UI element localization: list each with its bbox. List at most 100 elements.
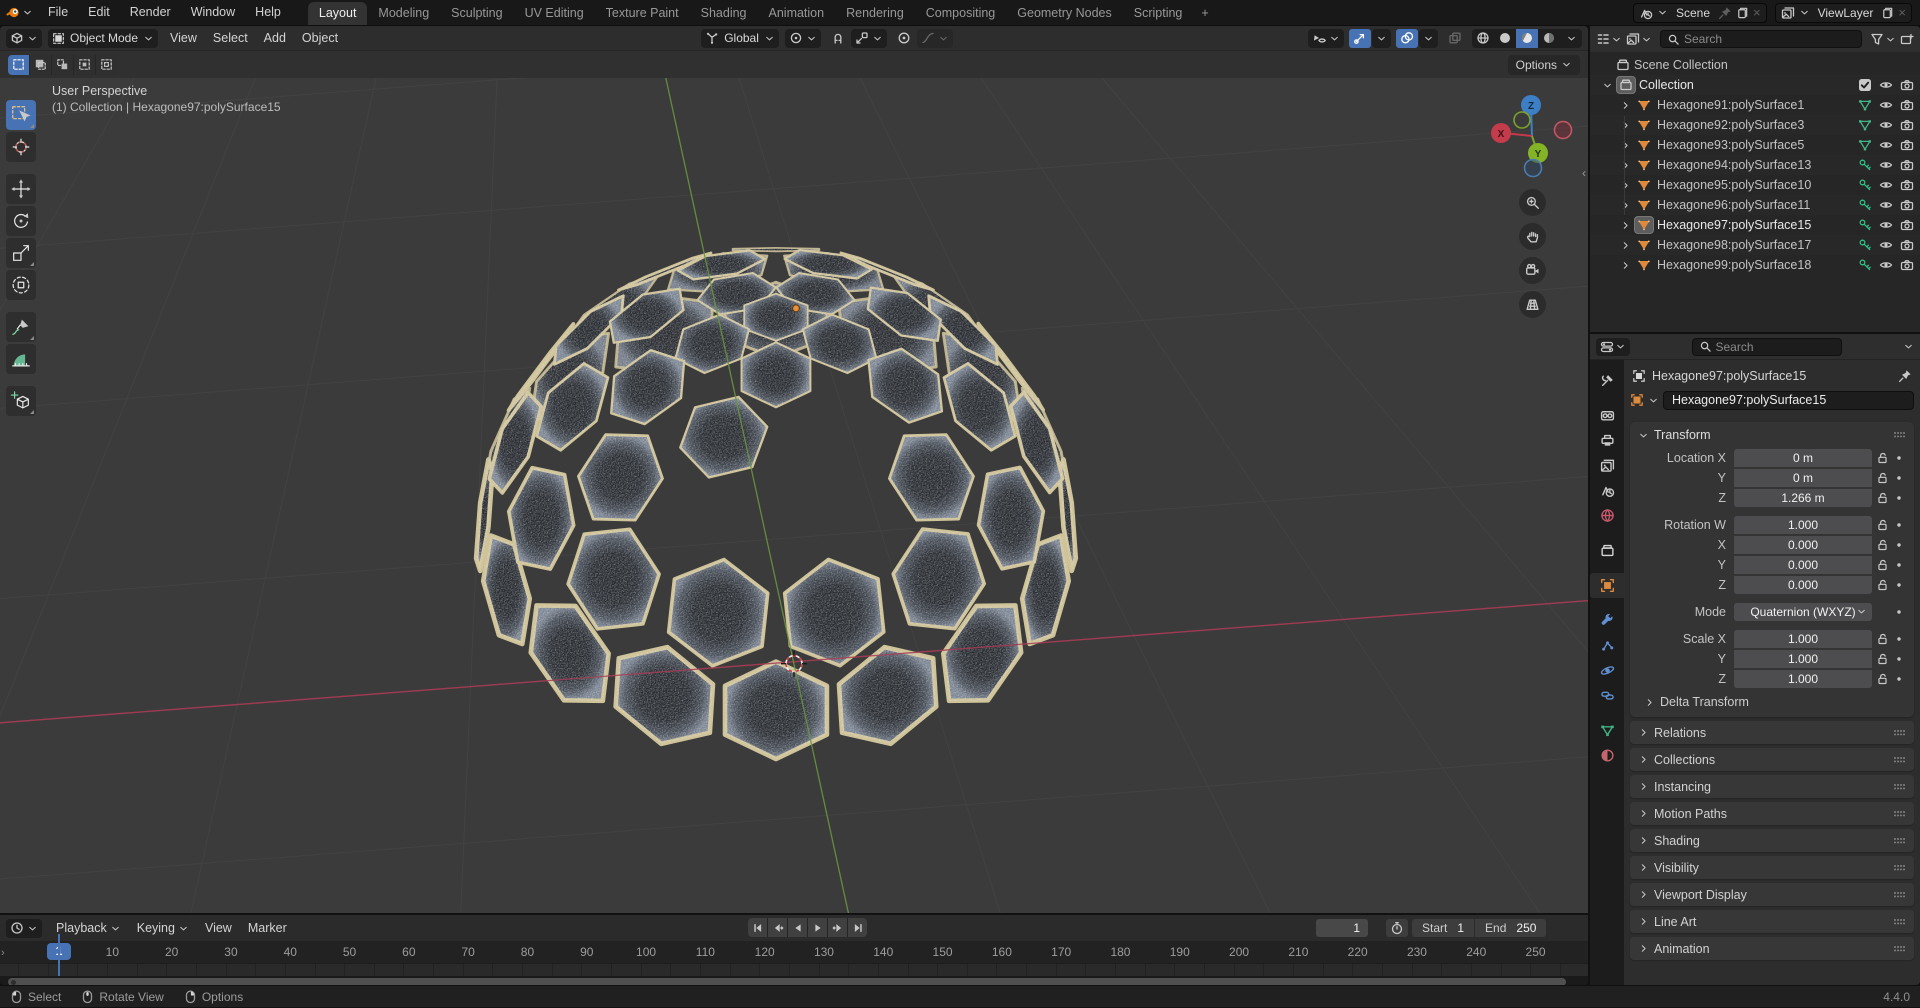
lock-icon[interactable] [1872, 672, 1892, 685]
properties-tab-constraints[interactable] [1590, 683, 1624, 708]
rotation-y-field[interactable]: 0.000 [1734, 556, 1872, 574]
properties-tab-particles[interactable] [1590, 633, 1624, 658]
outliner-row-hexagone94:polysurface13[interactable]: Hexagone94:polySurface13 [1590, 155, 1920, 175]
tab-rendering[interactable]: Rendering [835, 2, 915, 25]
outliner-search-input[interactable] [1684, 32, 1780, 46]
snap-toggle[interactable] [827, 29, 849, 48]
lock-icon[interactable] [1872, 471, 1892, 484]
select-invert-button[interactable] [74, 55, 95, 75]
lock-icon[interactable] [1872, 652, 1892, 665]
falloff-selector[interactable] [917, 29, 953, 48]
jump-prev-keyframe-button[interactable] [768, 918, 787, 937]
select-intersect-button[interactable] [96, 55, 117, 75]
panel-grip-icon[interactable] [1893, 430, 1906, 440]
tool-annotate-button[interactable] [6, 312, 36, 342]
tab-scripting[interactable]: Scripting [1123, 2, 1194, 25]
rotation-z-field[interactable]: 0.000 [1734, 576, 1872, 594]
properties-tab-modifiers[interactable] [1590, 608, 1624, 633]
sidebar-collapse-arrow[interactable]: ‹ [1582, 166, 1586, 180]
select-set-button[interactable] [8, 55, 29, 75]
gizmo-dropdown[interactable] [1372, 29, 1391, 48]
snap-target-selector[interactable] [851, 29, 887, 48]
outliner-row-hexagone97:polysurface15[interactable]: Hexagone97:polySurface15 [1590, 215, 1920, 235]
outliner-row-collection[interactable]: Collection [1590, 75, 1920, 95]
properties-editor-icon[interactable] [1596, 338, 1630, 356]
outliner-row-hexagone95:polysurface10[interactable]: Hexagone95:polySurface10 [1590, 175, 1920, 195]
blender-logo-icon[interactable] [6, 5, 33, 20]
animate-dot-icon[interactable] [1892, 654, 1906, 664]
properties-tab-view-layer[interactable] [1590, 453, 1624, 478]
timeline-menu-marker[interactable]: Marker [240, 917, 295, 940]
chevron-down-icon[interactable] [1903, 341, 1914, 352]
panel-instancing[interactable]: Instancing [1630, 775, 1914, 798]
transform-orientation[interactable]: Global [701, 29, 779, 48]
panel-motion-paths[interactable]: Motion Paths [1630, 802, 1914, 825]
animate-dot-icon[interactable] [1892, 560, 1906, 570]
timeline-scrollbar-thumb[interactable] [8, 978, 1566, 985]
play-reverse-button[interactable] [788, 918, 807, 937]
shading-material-button[interactable] [1516, 29, 1538, 48]
delta-transform-toggle[interactable]: Delta Transform [1630, 689, 1914, 709]
new-viewlayer-icon[interactable] [1881, 6, 1894, 19]
timeline-expand-arrow[interactable]: › [1, 947, 5, 959]
select-subtract-button[interactable] [52, 55, 73, 75]
scene-name[interactable]: Scene [1672, 6, 1714, 20]
outliner-row-hexagone96:polysurface11[interactable]: Hexagone96:polySurface11 [1590, 195, 1920, 215]
chevron-down-icon[interactable] [1648, 395, 1659, 406]
properties-search-input[interactable] [1716, 340, 1812, 354]
outliner-row-hexagone92:polysurface3[interactable]: Hexagone92:polySurface3 [1590, 115, 1920, 135]
tool-add-cube-button[interactable] [6, 386, 36, 416]
viewport-menu-view[interactable]: View [162, 27, 205, 50]
pin-icon[interactable] [1718, 6, 1732, 20]
menu-render[interactable]: Render [121, 0, 180, 25]
animate-dot-icon[interactable] [1892, 607, 1906, 617]
location-y-field[interactable]: 0 m [1734, 469, 1872, 487]
lock-icon[interactable] [1872, 558, 1892, 571]
panel-collections[interactable]: Collections [1630, 748, 1914, 771]
menu-file[interactable]: File [39, 0, 77, 25]
animate-dot-icon[interactable] [1892, 520, 1906, 530]
outliner-search[interactable] [1660, 30, 1862, 48]
viewlayer-selector[interactable]: ViewLayer × [1775, 3, 1912, 23]
properties-tab-output[interactable] [1590, 428, 1624, 453]
properties-search[interactable] [1692, 338, 1842, 356]
outliner-row-hexagone98:polysurface17[interactable]: Hexagone98:polySurface17 [1590, 235, 1920, 255]
viewlayer-name[interactable]: ViewLayer [1814, 6, 1878, 20]
panel-animation[interactable]: Animation [1630, 937, 1914, 960]
tool-measure-button[interactable] [6, 344, 36, 374]
tool-rotate-button[interactable] [6, 206, 36, 236]
tool-select-box-button[interactable] [6, 100, 36, 130]
outliner-row-scene-collection[interactable]: Scene Collection [1590, 55, 1920, 75]
pan-hand-button[interactable] [1519, 223, 1546, 250]
properties-tab-collection[interactable] [1590, 538, 1624, 563]
viewport-menu-select[interactable]: Select [205, 27, 256, 50]
add-workspace-button[interactable]: + [1193, 2, 1216, 25]
new-scene-icon[interactable] [1736, 6, 1749, 19]
jump-next-keyframe-button[interactable] [828, 918, 847, 937]
camera-view-button[interactable] [1519, 257, 1546, 284]
timeline-playhead[interactable] [58, 934, 60, 976]
options-dropdown[interactable]: Options [1508, 55, 1580, 75]
tab-uv-editing[interactable]: UV Editing [514, 2, 595, 25]
animate-dot-icon[interactable] [1892, 634, 1906, 644]
animate-dot-icon[interactable] [1892, 473, 1906, 483]
location-z-field[interactable]: 1.266 m [1734, 489, 1872, 507]
object-name-field[interactable]: Hexagone97:polySurface15 [1663, 391, 1914, 410]
shading-wireframe-button[interactable] [1472, 29, 1494, 48]
proportional-editing-toggle[interactable] [893, 29, 915, 48]
tab-compositing[interactable]: Compositing [915, 2, 1006, 25]
tool-transform-button[interactable] [6, 270, 36, 300]
scale-z-field[interactable]: 1.000 [1734, 670, 1872, 688]
tool-cursor-button[interactable] [6, 132, 36, 162]
navigation-gizmo[interactable]: ZXY [1486, 90, 1578, 182]
scene-selector[interactable]: Scene × [1633, 3, 1767, 23]
select-extend-button[interactable] [30, 55, 51, 75]
properties-tab-render[interactable] [1590, 403, 1624, 428]
animate-dot-icon[interactable] [1892, 674, 1906, 684]
pivot-point-selector[interactable] [785, 29, 821, 48]
tab-shading[interactable]: Shading [690, 2, 758, 25]
tab-animation[interactable]: Animation [758, 2, 836, 25]
editor-type-selector[interactable] [6, 29, 42, 48]
properties-tab-material[interactable] [1590, 743, 1624, 768]
lock-icon[interactable] [1872, 491, 1892, 504]
